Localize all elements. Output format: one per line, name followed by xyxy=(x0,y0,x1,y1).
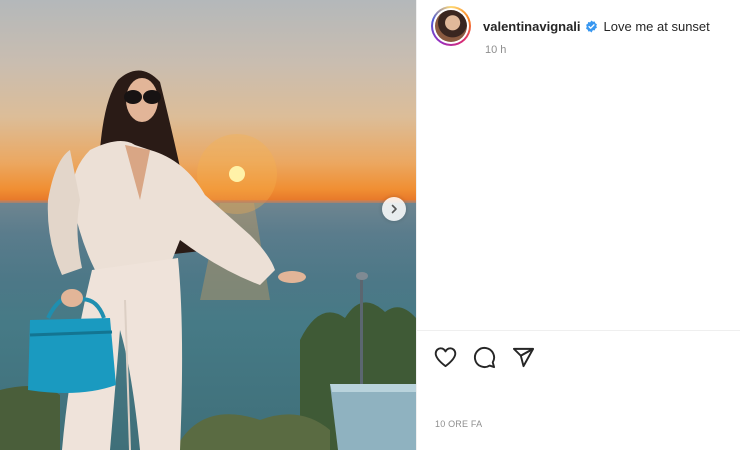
comment-icon xyxy=(473,346,495,368)
comment-button[interactable] xyxy=(472,345,496,369)
post-photo[interactable] xyxy=(0,0,416,450)
instagram-post: valentinavignali Love me at sunset 10 h xyxy=(0,0,740,450)
verified-badge-icon xyxy=(585,20,598,33)
caption-row: valentinavignali Love me at sunset xyxy=(431,6,710,46)
avatar[interactable] xyxy=(435,10,467,42)
caption-text: Love me at sunset xyxy=(603,18,710,34)
like-button[interactable] xyxy=(433,345,457,369)
divider xyxy=(417,330,740,331)
heart-icon xyxy=(434,346,456,367)
username-link[interactable]: valentinavignali xyxy=(483,19,581,34)
next-slide-button[interactable] xyxy=(382,197,406,221)
post-side-panel: valentinavignali Love me at sunset 10 h xyxy=(416,0,740,450)
share-button[interactable] xyxy=(511,345,535,369)
paper-plane-icon xyxy=(512,347,534,367)
story-ring[interactable] xyxy=(431,6,471,46)
caption-timestamp[interactable]: 10 h xyxy=(485,44,506,56)
chevron-right-icon xyxy=(391,204,397,214)
sunset-photo-illustration xyxy=(0,70,416,450)
action-bar xyxy=(433,345,535,369)
post-date[interactable]: 10 ORE FA xyxy=(435,419,482,429)
